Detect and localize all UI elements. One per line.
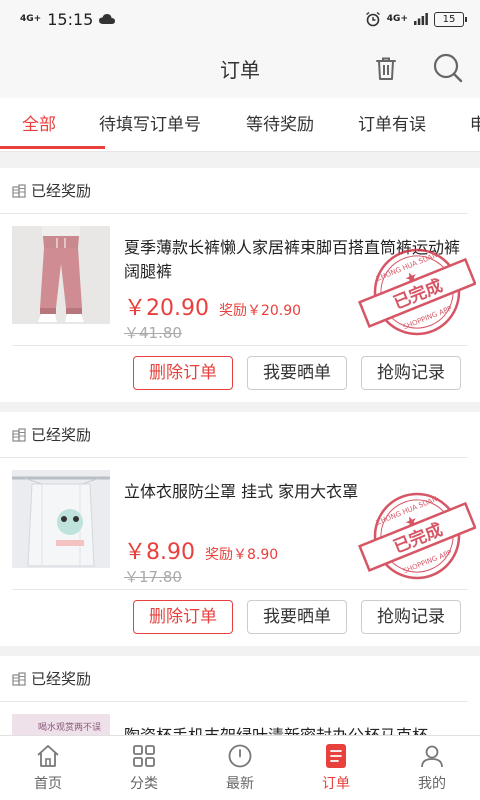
tab-waiting-reward[interactable]: 等待奖励 xyxy=(246,98,314,151)
order-price: ￥20.90 xyxy=(124,296,209,321)
order-status-header: 已经奖励 xyxy=(0,168,468,214)
tab-overflow[interactable]: 申 xyxy=(470,98,480,151)
status-bar: 4G+ 15:15 4G+ 15 xyxy=(0,0,480,38)
order-actions: 删除订单 我要晒单 抢购记录 xyxy=(0,346,480,402)
product-name[interactable]: 陶瓷杯手机支架绿叶清新密封办公杯马克杯 xyxy=(124,724,464,735)
user-icon xyxy=(421,745,443,768)
cloud-icon xyxy=(99,14,116,24)
active-tab-indicator xyxy=(0,146,105,149)
original-price: ￥17.80 xyxy=(124,568,182,586)
coins-icon xyxy=(12,183,26,198)
price-row: ￥8.90 奖励￥8.90 xyxy=(124,534,278,566)
completed-stamp: 已完成 ZHONG HUA SUAN SHOPPING APP xyxy=(358,492,476,580)
original-price: ￥41.80 xyxy=(124,324,182,342)
nav-orders-label: 订单 xyxy=(322,776,350,792)
clock-icon xyxy=(228,744,252,768)
coins-icon xyxy=(12,427,26,442)
product-row[interactable]: 喝水观赏两不误 陶瓷杯手机支架绿叶清新密封办公杯马克杯 xyxy=(12,702,468,735)
delete-order-button[interactable]: 删除订单 xyxy=(133,356,233,390)
price-row: ￥20.90 奖励￥20.90 xyxy=(124,290,301,322)
signal-indicator: 4G+ xyxy=(20,13,42,24)
delete-order-button[interactable]: 删除订单 xyxy=(133,600,233,634)
signal-bars-icon xyxy=(414,13,428,25)
thumbnail-caption: 喝水观赏两不误 xyxy=(38,723,102,733)
nav-home-label: 首页 xyxy=(34,776,62,792)
signal-indicator-right: 4G+ xyxy=(386,13,408,24)
nav-latest[interactable]: 最新 xyxy=(192,736,288,800)
nav-latest-label: 最新 xyxy=(226,776,254,792)
category-icon xyxy=(133,745,155,767)
completed-stamp: 已完成 ZHONG HUA SUAN SHOPPING APP xyxy=(358,248,476,336)
order-price: ￥8.90 xyxy=(124,540,195,565)
order-status-header: 已经奖励 xyxy=(0,656,468,702)
nav-category[interactable]: 分类 xyxy=(96,736,192,800)
tab-order-error[interactable]: 订单有误 xyxy=(358,98,426,151)
nav-orders[interactable]: 订单 xyxy=(288,736,384,800)
home-icon xyxy=(37,745,59,767)
product-thumbnail[interactable]: 喝水观赏两不误 xyxy=(12,714,110,735)
tab-pending-order-number[interactable]: 待填写订单号 xyxy=(99,98,201,151)
product-row[interactable]: 夏季薄款长裤懒人家居裤束脚百搭直筒裤运动裤阔腿裤 ￥20.90 奖励￥20.90… xyxy=(12,214,476,346)
purchase-records-button[interactable]: 抢购记录 xyxy=(361,356,461,390)
order-status-label: 已经奖励 xyxy=(31,182,92,200)
battery-indicator: 15 xyxy=(434,11,467,27)
nav-category-label: 分类 xyxy=(130,776,158,792)
product-thumbnail[interactable] xyxy=(12,470,110,568)
order-card: 已经奖励 喝水观赏两不误 陶瓷杯手机支架绿叶清新密封办公杯马克杯 xyxy=(0,656,480,735)
order-status-label: 已经奖励 xyxy=(31,670,92,688)
purchase-records-button[interactable]: 抢购记录 xyxy=(361,600,461,634)
order-tabs: 全部 待填写订单号 等待奖励 订单有误 申 xyxy=(0,98,480,152)
order-actions: 删除订单 我要晒单 抢购记录 xyxy=(0,590,480,646)
pants-image xyxy=(12,226,110,324)
reward-amount: 奖励￥20.90 xyxy=(218,303,302,319)
share-order-button[interactable]: 我要晒单 xyxy=(247,600,347,634)
share-order-button[interactable]: 我要晒单 xyxy=(247,356,347,390)
battery-level: 15 xyxy=(442,13,456,25)
nav-home[interactable]: 首页 xyxy=(0,736,96,800)
status-time: 15:15 xyxy=(47,9,94,29)
page-title: 订单 xyxy=(220,57,260,82)
bottom-navigation: 首页 分类 最新 订单 我的 xyxy=(0,735,480,800)
trash-icon[interactable] xyxy=(370,52,402,84)
product-row[interactable]: 立体衣服防尘罩 挂式 家用大衣罩 ￥8.90 奖励￥8.90 ￥17.80 已完… xyxy=(12,458,476,590)
order-card: 已经奖励 夏季薄款长裤懒人家居裤束脚百搭直筒裤运动裤阔腿裤 ￥20.90 奖励￥… xyxy=(0,168,480,402)
nav-mine-label: 我的 xyxy=(418,776,446,792)
order-card: 已经奖励 立体衣服防尘罩 挂式 家用大衣罩 ￥8.90 奖励￥8.90 ￥17.… xyxy=(0,412,480,646)
tab-all[interactable]: 全部 xyxy=(22,98,56,151)
search-icon[interactable] xyxy=(432,52,464,84)
reward-amount: 奖励￥8.90 xyxy=(205,547,279,563)
nav-mine[interactable]: 我的 xyxy=(384,736,480,800)
alarm-icon xyxy=(365,11,380,27)
order-status-header: 已经奖励 xyxy=(0,412,468,458)
coins-icon xyxy=(12,671,26,686)
order-icon xyxy=(326,744,346,768)
page-header: 订单 xyxy=(0,38,480,98)
product-thumbnail[interactable] xyxy=(12,226,110,324)
dust-cover-image xyxy=(12,470,110,568)
order-status-label: 已经奖励 xyxy=(31,426,92,444)
